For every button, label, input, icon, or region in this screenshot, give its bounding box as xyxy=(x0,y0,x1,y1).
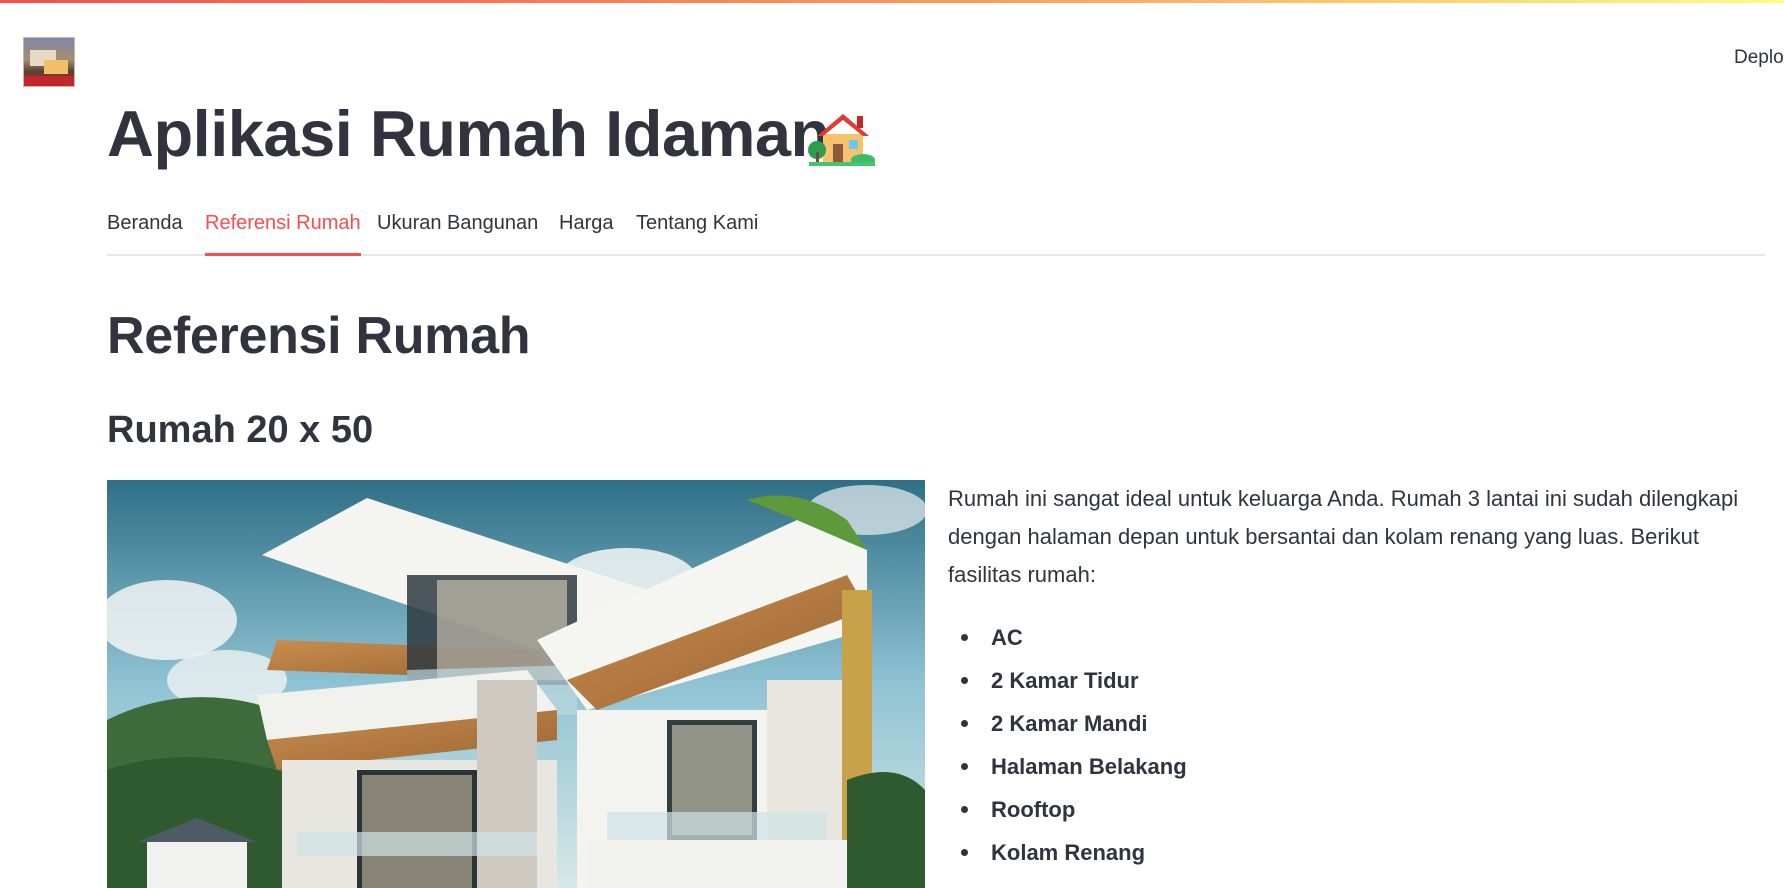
tab-referensi-rumah[interactable]: Referensi Rumah xyxy=(205,209,361,256)
bullet-icon xyxy=(961,677,968,684)
tab-ukuran-bangunan[interactable]: Ukuran Bangunan xyxy=(377,209,538,256)
bullet-icon xyxy=(961,634,968,641)
list-item: 2 Kamar Tidur xyxy=(948,663,1548,706)
app-header: Deplo xyxy=(0,3,1784,93)
bullet-icon xyxy=(961,763,968,770)
app-title: Aplikasi Rumah Idaman xyxy=(107,97,830,170)
tab-beranda[interactable]: Beranda xyxy=(107,209,183,256)
bullet-icon xyxy=(961,849,968,856)
tab-bar: Beranda Referensi Rumah Ukuran Bangunan … xyxy=(107,209,1765,257)
facility-list: AC 2 Kamar Tidur 2 Kamar Mandi Halaman B… xyxy=(948,620,1548,878)
list-item: Kolam Renang xyxy=(948,835,1548,878)
bullet-icon xyxy=(961,720,968,727)
section-title: Referensi Rumah xyxy=(107,307,531,365)
house-with-garden-icon xyxy=(808,114,875,166)
house-logo-image xyxy=(23,37,75,87)
list-item: AC xyxy=(948,620,1548,663)
bullet-icon xyxy=(961,806,968,813)
tab-harga[interactable]: Harga xyxy=(559,209,613,256)
list-item: 2 Kamar Mandi xyxy=(948,706,1548,749)
house-title: Rumah 20 x 50 xyxy=(107,409,374,451)
active-tab-indicator xyxy=(205,253,361,256)
house-photo xyxy=(107,480,925,888)
house-description: Rumah ini sangat ideal untuk keluarga An… xyxy=(948,486,1739,587)
list-item: Rooftop xyxy=(948,792,1548,835)
list-item: Halaman Belakang xyxy=(948,749,1548,792)
deploy-button[interactable]: Deplo xyxy=(1734,47,1784,69)
tab-tentang-kami[interactable]: Tentang Kami xyxy=(636,209,758,256)
